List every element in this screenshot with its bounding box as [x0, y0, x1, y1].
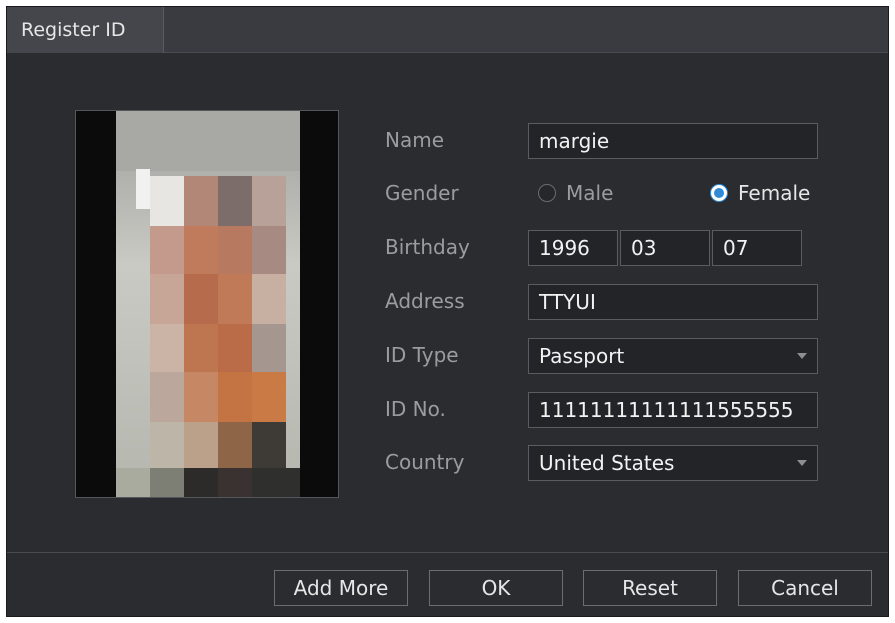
chevron-down-icon	[797, 353, 807, 359]
face-photo-preview	[75, 110, 339, 498]
birthday-month-input[interactable]: 03	[620, 230, 710, 266]
gender-male-option[interactable]: Male	[538, 175, 648, 211]
name-input[interactable]: margie	[528, 123, 818, 159]
birthday-label: Birthday	[385, 235, 470, 259]
title-bar: Register ID	[7, 7, 888, 53]
birthday-year-input[interactable]: 1996	[528, 230, 618, 266]
id-no-label: ID No.	[385, 397, 446, 421]
chevron-down-icon	[797, 460, 807, 466]
gender-female-label: Female	[738, 181, 811, 205]
gender-male-label: Male	[566, 181, 614, 205]
address-label: Address	[385, 289, 465, 313]
cancel-button[interactable]: Cancel	[738, 570, 872, 606]
dialog-title: Register ID	[7, 7, 164, 53]
gender-male-radio[interactable]	[538, 184, 556, 202]
country-label: Country	[385, 450, 465, 474]
reset-button[interactable]: Reset	[583, 570, 717, 606]
country-value: United States	[539, 451, 675, 475]
name-label: Name	[385, 128, 445, 152]
face-photo-image	[116, 111, 300, 497]
ok-button[interactable]: OK	[429, 570, 563, 606]
id-type-select[interactable]: Passport	[528, 338, 818, 374]
gender-female-radio[interactable]	[710, 184, 728, 202]
id-type-label: ID Type	[385, 343, 459, 367]
register-id-dialog: Register ID Name margie Gender Male Fema…	[6, 6, 889, 617]
birthday-day-input[interactable]: 07	[712, 230, 802, 266]
country-select[interactable]: United States	[528, 445, 818, 481]
footer-divider	[7, 552, 888, 553]
id-no-input[interactable]: 11111111111111555555	[528, 392, 818, 428]
id-type-value: Passport	[539, 344, 625, 368]
add-more-button[interactable]: Add More	[274, 570, 408, 606]
gender-label: Gender	[385, 181, 459, 205]
gender-female-option[interactable]: Female	[710, 175, 830, 211]
address-input[interactable]: TTYUI	[528, 284, 818, 320]
